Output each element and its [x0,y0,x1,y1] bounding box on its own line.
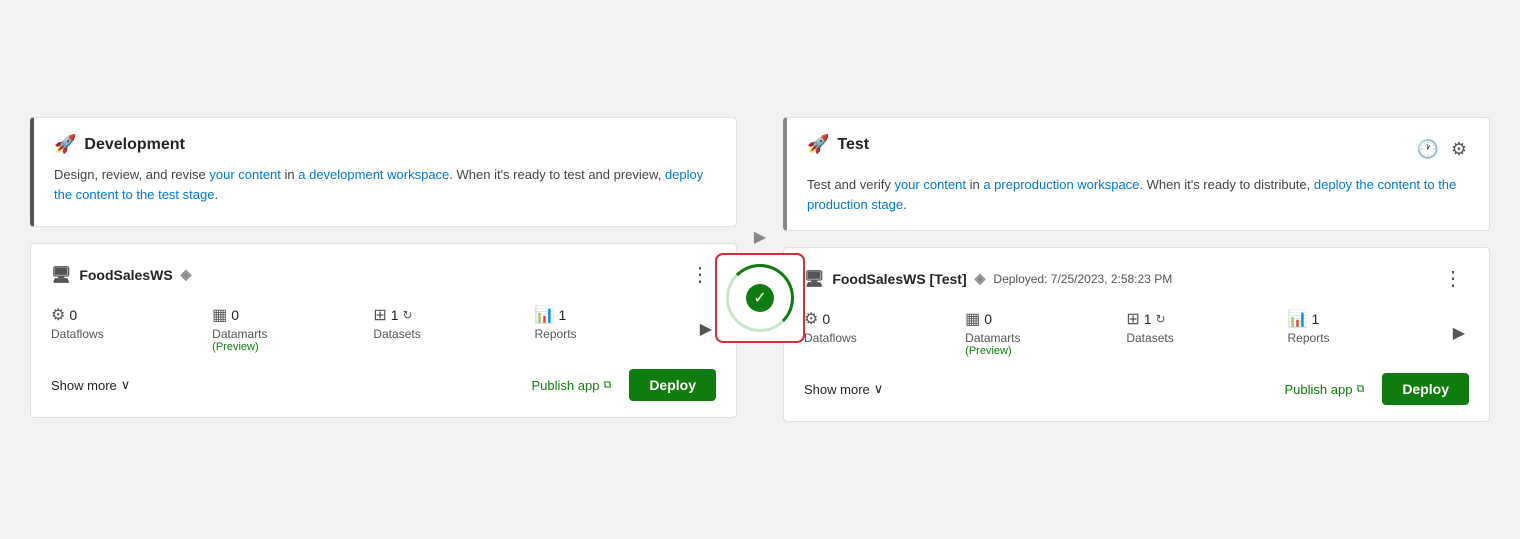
test-datamart-label: Datamarts [965,331,1020,345]
test-datasets-cell: ⊞ 1 ↻ Datasets [1126,309,1287,345]
report-count: 1 [558,307,566,323]
report-icon: 📊 [535,305,555,325]
test-stage: 🚀 Test 🕐 ⚙ Test and verify your content … [783,117,1490,422]
external-link-icon: ⧉ [603,379,611,392]
test-icon: 🚀 [807,134,829,155]
development-items-grid: ⚙ 0 Dataflows ▦ 0 Datamarts (Preview) ⊞ [51,305,716,353]
spinner-container: ✓ [725,263,795,333]
test-deployed-label: Deployed: 7/25/2023, 2:58:23 PM [993,272,1172,286]
chevron-down-icon: ∨ [121,377,131,393]
workspace-icon: 🖥 [51,265,71,285]
dataset-count: 1 [391,307,399,323]
development-actions: Publish app ⧉ Deploy [522,369,717,401]
test-diamond-icon: ◈ [975,270,986,287]
test-report-count: 1 [1311,311,1319,327]
test-header-icons: 🕐 ⚙ [1414,137,1469,162]
test-chevron-down-icon: ∨ [874,381,884,397]
test-deploy-label: Deploy [1402,381,1449,397]
development-header: 🚀 Development Design, review, and revise… [30,117,737,227]
test-external-link-icon: ⧉ [1356,383,1364,396]
test-workspace-footer: Show more ∨ Publish app ⧉ Deploy [804,373,1469,405]
development-workspace-header: 🖥 FoodSalesWS ◈ ⋮ [51,260,716,289]
development-stage: 🚀 Development Design, review, and revise… [30,117,737,418]
development-title-text: Development [84,136,184,154]
test-dataset-count: 1 [1144,311,1152,327]
test-workspace-card: 🖥 FoodSalesWS [Test] ◈ Deployed: 7/25/20… [783,247,1490,422]
test-dataflows-cell: ⚙ 0 Dataflows [804,309,965,345]
test-title: 🚀 Test [807,134,869,155]
test-description: Test and verify your content in a prepro… [807,175,1469,214]
test-deploy-button[interactable]: Deploy [1382,373,1469,405]
test-reports-cell: 📊 1 Reports [1288,309,1449,345]
test-datamart-icon: ▦ [965,309,980,329]
check-icon: ✓ [753,288,766,308]
test-title-text: Test [837,136,869,154]
pipeline-container: 🚀 Development Design, review, and revise… [30,117,1490,422]
dataflow-icon: ⚙ [51,305,65,325]
test-dataflow-label: Dataflows [804,331,857,345]
deploy-animation-overlay: ✓ [715,253,805,343]
datamart-icon: ▦ [212,305,227,325]
test-items-grid: ⚙ 0 Dataflows ▦ 0 Datamarts (Preview) ⊞ [804,309,1469,357]
test-datamarts-cell: ▦ 0 Datamarts (Preview) [965,309,1126,357]
development-datasets-cell: ⊞ 1 ↻ Datasets [373,305,534,341]
test-workspace-name: FoodSalesWS [Test] [832,271,966,287]
development-workspace-footer: Show more ∨ Publish app ⧉ Deploy [51,369,716,401]
test-workspace-header: 🖥 FoodSalesWS [Test] ◈ Deployed: 7/25/20… [804,264,1469,293]
deploy-animation-box: ✓ [715,253,805,343]
development-title: 🚀 Development [54,134,716,155]
dataset-refresh-icon: ↻ [403,308,413,322]
test-dataset-label: Datasets [1126,331,1173,345]
test-scroll-right-button[interactable]: ▶ [1449,319,1469,347]
development-publish-app-button[interactable]: Publish app ⧉ [522,372,622,399]
development-workspace-name: FoodSalesWS [79,267,172,283]
development-dataflows-cell: ⚙ 0 Dataflows [51,305,212,341]
test-datamart-count: 0 [984,311,992,327]
test-history-button[interactable]: 🕐 [1414,137,1440,162]
deploy-label: Deploy [649,377,696,393]
arrow-right-icon: ▶ [754,227,766,247]
stage-arrow-container: ▶ ✓ [737,117,783,319]
dataflow-label: Dataflows [51,327,104,341]
test-report-icon: 📊 [1288,309,1308,329]
publish-app-label: Publish app [532,378,600,393]
test-workspace-title: 🖥 FoodSalesWS [Test] ◈ Deployed: 7/25/20… [804,269,1172,289]
test-dataflow-count: 0 [822,311,830,327]
test-dataset-refresh-icon: ↻ [1156,312,1166,326]
datamart-sublabel: (Preview) [212,341,258,353]
test-header-top: 🚀 Test 🕐 ⚙ [807,134,1469,165]
check-circle: ✓ [746,284,774,312]
test-publish-app-button[interactable]: Publish app ⧉ [1275,376,1375,403]
test-dataflow-icon: ⚙ [804,309,818,329]
diamond-icon: ◈ [181,266,192,283]
development-workspace-card: 🖥 FoodSalesWS ◈ ⋮ ⚙ 0 Dataflows ▦ [30,243,737,418]
dataflow-count: 0 [69,307,77,323]
test-report-label: Reports [1288,331,1330,345]
test-actions: Publish app ⧉ Deploy [1275,373,1470,405]
development-workspace-title: 🖥 FoodSalesWS ◈ [51,265,191,285]
test-show-more-label: Show more [804,382,870,397]
test-datamart-sublabel: (Preview) [965,345,1011,357]
development-description: Design, review, and revise your content … [54,165,716,204]
test-workspace-icon: 🖥 [804,269,824,289]
test-dataset-icon: ⊞ [1126,309,1139,329]
test-settings-button[interactable]: ⚙ [1449,137,1469,162]
development-more-button[interactable]: ⋮ [684,260,716,289]
development-deploy-button[interactable]: Deploy [629,369,716,401]
dataset-label: Datasets [373,327,420,341]
development-show-more-button[interactable]: Show more ∨ [51,373,130,397]
test-header: 🚀 Test 🕐 ⚙ Test and verify your content … [783,117,1490,231]
development-datamarts-cell: ▦ 0 Datamarts (Preview) [212,305,373,353]
test-more-button[interactable]: ⋮ [1437,264,1469,293]
development-scroll-right-button[interactable]: ▶ [696,315,716,343]
datamart-label: Datamarts [212,327,267,341]
report-label: Reports [535,327,577,341]
test-show-more-button[interactable]: Show more ∨ [804,377,883,401]
development-reports-cell: 📊 1 Reports [535,305,696,341]
test-publish-app-label: Publish app [1285,382,1353,397]
development-icon: 🚀 [54,134,76,155]
datamart-count: 0 [231,307,239,323]
show-more-label: Show more [51,378,117,393]
dataset-icon: ⊞ [373,305,386,325]
